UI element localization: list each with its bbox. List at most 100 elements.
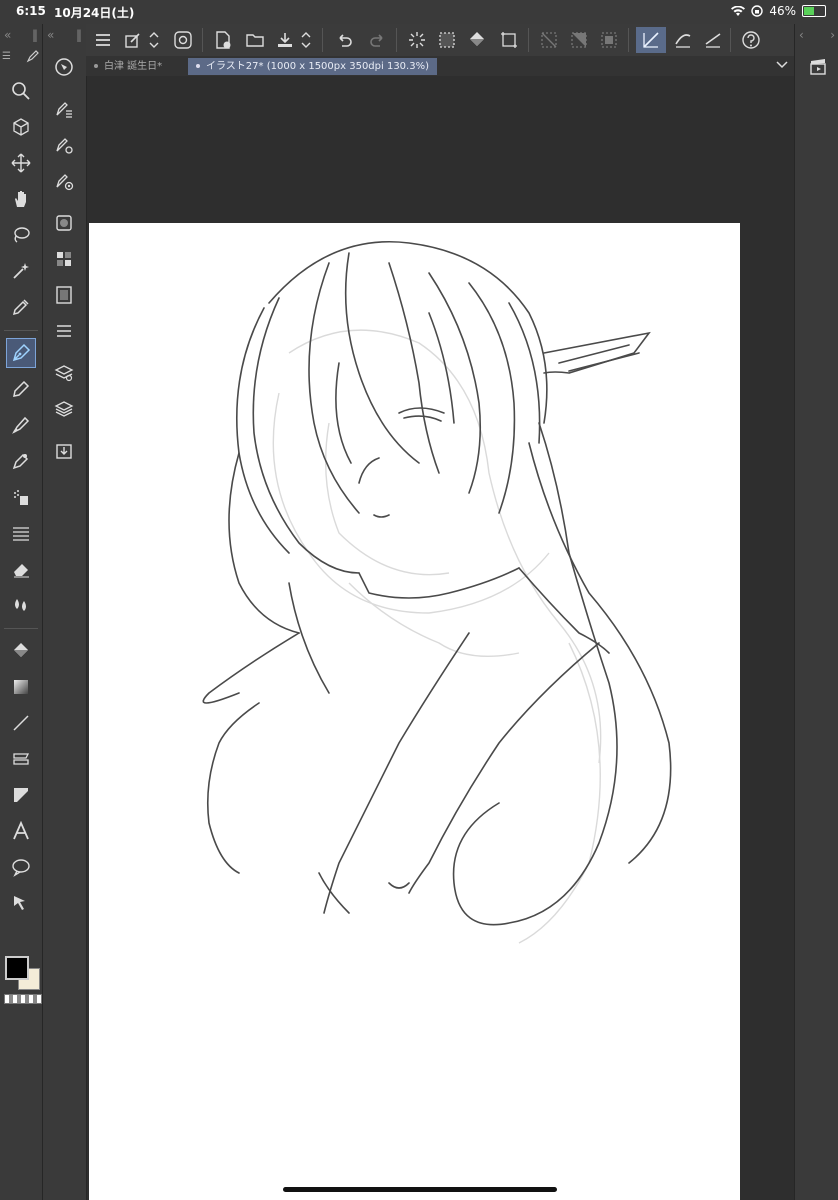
- object-tool[interactable]: [6, 112, 36, 142]
- drag-handle-icon[interactable]: ‖: [32, 28, 38, 42]
- blend-tool[interactable]: [6, 590, 36, 620]
- clear-button[interactable]: [404, 27, 430, 53]
- lasso-tool[interactable]: [6, 220, 36, 250]
- home-indicator[interactable]: [283, 1187, 557, 1192]
- drag-handle-icon[interactable]: ‖: [76, 28, 82, 42]
- tool-palette-menu[interactable]: ☰: [2, 46, 40, 66]
- figure-tool[interactable]: [6, 708, 36, 738]
- decoration-tool[interactable]: [6, 446, 36, 476]
- drawing-canvas[interactable]: [89, 223, 740, 1200]
- eraser-tool[interactable]: [6, 554, 36, 584]
- frame-border-tool[interactable]: [6, 780, 36, 810]
- airbrush-icon: [14, 490, 28, 505]
- correct-line-tool[interactable]: [6, 888, 36, 918]
- orientation-lock-icon: [751, 5, 764, 17]
- marker-icon: [12, 453, 29, 470]
- collapse-left-icon[interactable]: «: [47, 28, 54, 42]
- open-file-button[interactable]: [242, 27, 268, 53]
- cloud-button[interactable]: [170, 27, 196, 53]
- selection-border-button[interactable]: [596, 27, 622, 53]
- chevron-left-icon[interactable]: ‹: [799, 28, 804, 42]
- airbrush-tool[interactable]: [6, 482, 36, 512]
- eyedropper-tool[interactable]: [6, 292, 36, 322]
- menu-icon[interactable]: ☰: [2, 51, 11, 62]
- hand-tool[interactable]: [6, 184, 36, 214]
- save-button[interactable]: [272, 27, 298, 53]
- deselect-button[interactable]: [536, 27, 562, 53]
- ruler-icon: [13, 753, 30, 765]
- redo-icon: [370, 34, 383, 47]
- zoom-tool[interactable]: [6, 76, 36, 106]
- collapse-left-icon[interactable]: «: [4, 28, 11, 42]
- fill-selection-button[interactable]: [434, 27, 460, 53]
- magic-wand-tool[interactable]: [6, 256, 36, 286]
- chevron-right-icon[interactable]: ›: [830, 28, 835, 42]
- canvas-area[interactable]: [87, 76, 794, 1200]
- help-button[interactable]: [738, 27, 764, 53]
- animation-button[interactable]: [49, 280, 79, 310]
- status-time: 6:15: [16, 4, 46, 18]
- tool-property-button[interactable]: [49, 130, 79, 160]
- right-panel-header: ‹ ›: [795, 24, 838, 46]
- snap-grid-button[interactable]: [700, 27, 726, 53]
- tab-dot-icon: [196, 64, 200, 68]
- grid-icon: [57, 252, 71, 266]
- snap-special-ruler-button[interactable]: [670, 27, 696, 53]
- save-expand-button[interactable]: [298, 27, 314, 53]
- gradient-icon: [14, 680, 28, 694]
- brush-tool[interactable]: [6, 410, 36, 440]
- list-settings-icon: [57, 325, 71, 337]
- brush-icon: [12, 416, 30, 434]
- move-tool[interactable]: [6, 148, 36, 178]
- timeline-button[interactable]: [803, 52, 833, 82]
- foreground-color-swatch[interactable]: [5, 956, 29, 980]
- edit-button[interactable]: [120, 27, 146, 53]
- navigator-button[interactable]: [49, 52, 79, 82]
- toolbar-separator: [322, 28, 323, 52]
- help-icon: [742, 31, 760, 49]
- cube-icon: [13, 118, 29, 136]
- gradient-tool[interactable]: [6, 672, 36, 702]
- pencil-tool[interactable]: [6, 374, 36, 404]
- ruler-tool[interactable]: [6, 744, 36, 774]
- text-tool[interactable]: [6, 816, 36, 846]
- fill-button[interactable]: [464, 27, 490, 53]
- snap-ruler-button[interactable]: [636, 27, 666, 53]
- spiral-icon: [174, 31, 192, 49]
- layer-search-button[interactable]: [49, 358, 79, 388]
- color-set-button[interactable]: [49, 244, 79, 274]
- tab-document-1[interactable]: 白津 誕生日*: [86, 58, 170, 75]
- wifi-icon: [731, 5, 746, 16]
- frame-icon: [14, 788, 28, 802]
- transform-button[interactable]: [496, 27, 522, 53]
- hatching-tool[interactable]: [6, 518, 36, 548]
- sub-tool-button[interactable]: [49, 94, 79, 124]
- layer-property-button[interactable]: [49, 316, 79, 346]
- balloon-tool[interactable]: [6, 852, 36, 882]
- redo-button[interactable]: [364, 27, 390, 53]
- undo-button[interactable]: [332, 27, 358, 53]
- save-icon: [278, 33, 292, 47]
- tab-document-2[interactable]: イラスト27* (1000 x 1500px 350dpi 130.3%): [188, 58, 437, 75]
- arrow-select-icon: [14, 896, 25, 910]
- chevron-updown-icon: [149, 32, 159, 48]
- toolbar-separator: [396, 28, 397, 52]
- pen-tool[interactable]: [6, 338, 36, 368]
- invert-selection-button[interactable]: [566, 27, 592, 53]
- pen-small-icon: [26, 50, 39, 63]
- clapperboard-icon: [810, 59, 826, 75]
- fill-tool[interactable]: [6, 636, 36, 666]
- material-button[interactable]: [49, 436, 79, 466]
- hand-icon: [15, 191, 26, 207]
- color-wheel-button[interactable]: [49, 208, 79, 238]
- transform-icon: [501, 32, 517, 48]
- transparent-color-swatch[interactable]: [4, 994, 42, 1004]
- sketch-artwork: [202, 241, 672, 944]
- new-file-button[interactable]: [210, 27, 236, 53]
- edit-expand-button[interactable]: [146, 27, 162, 53]
- chevron-down-icon[interactable]: [776, 60, 788, 70]
- menu-button[interactable]: [90, 27, 116, 53]
- layer-button[interactable]: [49, 394, 79, 424]
- brush-size-button[interactable]: [49, 166, 79, 196]
- water-drops-icon: [15, 599, 26, 611]
